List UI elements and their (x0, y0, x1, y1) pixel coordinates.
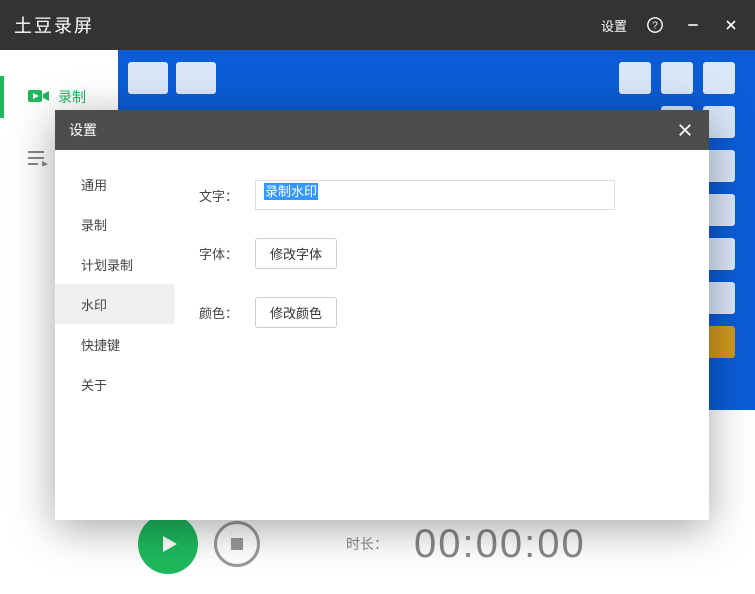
timer-value: 00:00:00 (414, 522, 586, 567)
record-button[interactable] (138, 514, 198, 574)
stop-button[interactable] (214, 521, 260, 567)
text-field-label: 文字： (199, 186, 255, 205)
modal-content: 文字： 录制水印 字体： 修改字体 颜色： 修改颜色 (175, 150, 709, 520)
record-icon (28, 88, 50, 107)
modal-nav-about[interactable]: 关于 (55, 364, 175, 404)
title-bar: 土豆录屏 设置 ? (0, 0, 755, 50)
color-field-label: 颜色： (199, 303, 255, 322)
modal-header: 设置 (55, 110, 709, 150)
settings-link[interactable]: 设置 (601, 16, 627, 35)
font-field-label: 字体： (199, 244, 255, 263)
settings-modal: 设置 通用 录制 计划录制 水印 快捷键 关于 文字： 录制水印 字体： 修改字… (55, 110, 709, 520)
modal-nav-record[interactable]: 录制 (55, 204, 175, 244)
modal-nav-general[interactable]: 通用 (55, 164, 175, 204)
timer-label: 时长： (346, 534, 388, 554)
modal-close-button[interactable] (675, 120, 695, 140)
modal-nav-watermark[interactable]: 水印 (55, 284, 175, 324)
modal-nav-schedule[interactable]: 计划录制 (55, 244, 175, 284)
app-name: 土豆录屏 (14, 12, 94, 38)
minimize-button[interactable] (683, 15, 703, 35)
close-button[interactable] (721, 15, 741, 35)
sidebar-item-label: 录制 (58, 87, 86, 107)
modal-nav-shortcut[interactable]: 快捷键 (55, 324, 175, 364)
modal-title: 设置 (69, 120, 97, 140)
list-icon (28, 150, 48, 169)
svg-text:?: ? (652, 21, 658, 32)
modal-sidebar: 通用 录制 计划录制 水印 快捷键 关于 (55, 150, 175, 520)
change-color-button[interactable]: 修改颜色 (255, 297, 337, 328)
change-font-button[interactable]: 修改字体 (255, 238, 337, 269)
watermark-text-input[interactable]: 录制水印 (255, 180, 615, 210)
help-icon[interactable]: ? (645, 15, 665, 35)
